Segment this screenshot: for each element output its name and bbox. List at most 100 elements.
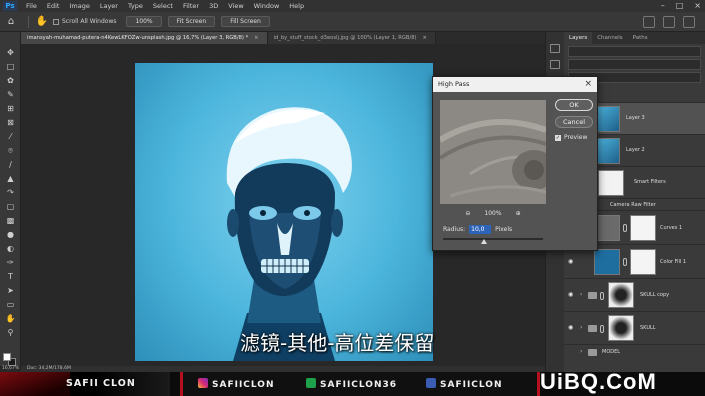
twitter-icon bbox=[306, 378, 316, 388]
layer-group-model[interactable]: › MODEL bbox=[564, 344, 705, 358]
maximize-icon[interactable]: □ bbox=[676, 0, 684, 12]
menu-edit[interactable]: Edit bbox=[42, 0, 65, 12]
tab-paths[interactable]: Paths bbox=[628, 32, 653, 44]
zoom-out-icon[interactable]: ⊖ bbox=[465, 210, 470, 217]
layer-group-skull-copy[interactable]: ◉ › SKULL copy bbox=[564, 278, 705, 311]
close-icon[interactable]: × bbox=[694, 0, 701, 12]
link-icon[interactable] bbox=[623, 258, 627, 266]
menu-help[interactable]: Help bbox=[284, 0, 309, 12]
zoom-tool-icon[interactable]: ⚲ bbox=[5, 328, 16, 338]
radius-unit: Pixels bbox=[495, 225, 513, 233]
minimize-icon[interactable]: – bbox=[661, 0, 665, 12]
tab-channels[interactable]: Channels bbox=[592, 32, 627, 44]
menu-window[interactable]: Window bbox=[249, 0, 285, 12]
layer-mask-thumbnail bbox=[630, 215, 656, 241]
facebook-text: SAFIICLON bbox=[440, 380, 503, 390]
inverted-portrait-illustration bbox=[226, 107, 352, 361]
menu-filter[interactable]: Filter bbox=[178, 0, 204, 12]
document-tab[interactable]: id_by_stuff_stock_d3eoslj.jpg @ 100% (La… bbox=[267, 32, 436, 44]
tab-layers[interactable]: Layers bbox=[564, 32, 593, 44]
blur-tool-icon[interactable]: ● bbox=[5, 230, 16, 240]
dialog-title-bar[interactable]: High Pass × bbox=[433, 77, 597, 92]
brush-tool-icon[interactable]: ∕ bbox=[5, 160, 16, 170]
healing-tool-icon[interactable]: ⌾ bbox=[5, 146, 16, 156]
close-icon[interactable]: × bbox=[584, 77, 592, 92]
eye-icon[interactable]: ◉ bbox=[568, 259, 576, 265]
home-icon[interactable]: ⌂ bbox=[4, 16, 18, 28]
shape-tool-icon[interactable]: ▭ bbox=[5, 300, 16, 310]
foreground-color-swatch[interactable] bbox=[3, 353, 11, 361]
radius-slider-track[interactable] bbox=[443, 238, 543, 244]
menu-file[interactable]: File bbox=[21, 0, 42, 12]
quick-select-tool-icon[interactable]: ✎ bbox=[5, 90, 16, 100]
facebook-icon bbox=[426, 378, 436, 388]
scroll-all-checkbox[interactable] bbox=[53, 18, 59, 25]
chevron-right-icon[interactable]: › bbox=[580, 324, 582, 331]
menu-type[interactable]: Type bbox=[123, 0, 148, 12]
menu-view[interactable]: View bbox=[223, 0, 248, 12]
eraser-tool-icon[interactable]: ▢ bbox=[5, 202, 16, 212]
menu-layer[interactable]: Layer bbox=[95, 0, 123, 12]
marquee-tool-icon[interactable]: □ bbox=[5, 62, 16, 72]
close-tab-icon[interactable]: × bbox=[423, 35, 427, 41]
blend-mode-bar[interactable] bbox=[568, 59, 701, 70]
menu-select[interactable]: Select bbox=[148, 0, 178, 12]
social-banner: SAFII CLON SAFIICLON SAFIICLON36 SAFIICL… bbox=[0, 369, 705, 396]
filter-preview-window[interactable] bbox=[440, 100, 546, 204]
hand-tool-icon[interactable]: ✋ bbox=[5, 314, 16, 324]
video-subtitle: 滤镜-其他-高位差保留 bbox=[240, 331, 435, 355]
frame-tool-icon[interactable]: ⊠ bbox=[5, 118, 16, 128]
radius-input[interactable]: 10,0 bbox=[469, 224, 492, 234]
menu-image[interactable]: Image bbox=[64, 0, 94, 12]
crop-tool-icon[interactable]: ⊞ bbox=[5, 104, 16, 114]
move-tool-icon[interactable]: ✥ bbox=[5, 48, 16, 58]
cancel-button[interactable]: Cancel bbox=[555, 116, 593, 128]
dialog-title: High Pass bbox=[438, 80, 470, 88]
eye-icon[interactable]: ◉ bbox=[568, 292, 576, 298]
zoom-100-button[interactable]: 100% bbox=[126, 16, 162, 27]
link-icon[interactable] bbox=[623, 224, 627, 232]
lasso-tool-icon[interactable]: ✿ bbox=[5, 76, 16, 86]
search-icon[interactable] bbox=[643, 16, 655, 28]
hand-tool-icon[interactable]: ✋ bbox=[35, 16, 49, 28]
history-brush-tool-icon[interactable]: ↷ bbox=[5, 188, 16, 198]
layer-name: MODEL bbox=[602, 349, 621, 355]
layer-filter-bar[interactable] bbox=[568, 46, 701, 57]
preview-toggle[interactable]: ✓ Preview bbox=[555, 134, 587, 141]
eye-icon[interactable]: ◉ bbox=[568, 325, 576, 331]
fit-screen-button[interactable]: Fit Screen bbox=[167, 16, 216, 27]
site-watermark: UiBQ.CoM bbox=[540, 369, 657, 394]
workspace-icon[interactable] bbox=[663, 16, 675, 28]
chevron-right-icon[interactable]: › bbox=[580, 291, 582, 298]
radius-slider-handle[interactable] bbox=[481, 239, 487, 244]
link-icon[interactable] bbox=[600, 292, 604, 300]
layer-group-skull[interactable]: ◉ › SKULL bbox=[564, 311, 705, 344]
instagram-icon bbox=[198, 378, 208, 388]
share-icon[interactable] bbox=[683, 16, 695, 28]
properties-panel-icon[interactable] bbox=[550, 60, 560, 69]
type-tool-icon[interactable]: T bbox=[5, 272, 16, 282]
preview-zoom-controls: ⊖ 100% ⊕ bbox=[440, 208, 546, 218]
layer-name: Color Fill 1 bbox=[660, 259, 687, 265]
path-select-tool-icon[interactable]: ➤ bbox=[5, 286, 16, 296]
fill-screen-button[interactable]: Fill Screen bbox=[221, 16, 270, 27]
chevron-right-icon[interactable]: › bbox=[580, 348, 582, 355]
gradient-tool-icon[interactable]: ▩ bbox=[5, 216, 16, 226]
preview-zoom-value: 100% bbox=[484, 209, 502, 217]
close-tab-icon[interactable]: × bbox=[254, 35, 258, 41]
zoom-in-icon[interactable]: ⊕ bbox=[516, 210, 521, 217]
ok-button[interactable]: OK bbox=[555, 99, 593, 111]
stamp-tool-icon[interactable]: ▲ bbox=[5, 174, 16, 184]
pen-tool-icon[interactable]: ✑ bbox=[5, 258, 16, 268]
link-icon[interactable] bbox=[600, 325, 604, 333]
twitter-text: SAFIICLON36 bbox=[320, 380, 398, 390]
document-canvas-image[interactable] bbox=[135, 63, 433, 361]
document-tab-active[interactable]: imansyah-muhamad-putera-n4KewLKFOZw-unsp… bbox=[21, 32, 268, 44]
history-panel-icon[interactable] bbox=[550, 44, 560, 53]
preview-checkbox[interactable]: ✓ bbox=[555, 134, 561, 141]
twitter-handle: SAFIICLON36 bbox=[306, 378, 397, 390]
dodge-tool-icon[interactable]: ◐ bbox=[5, 244, 16, 254]
eyedropper-tool-icon[interactable]: ⁄ bbox=[5, 132, 16, 142]
menu-3d[interactable]: 3D bbox=[204, 0, 223, 12]
document-tab-label: imansyah-muhamad-putera-n4KewLKFOZw-unsp… bbox=[27, 35, 249, 41]
